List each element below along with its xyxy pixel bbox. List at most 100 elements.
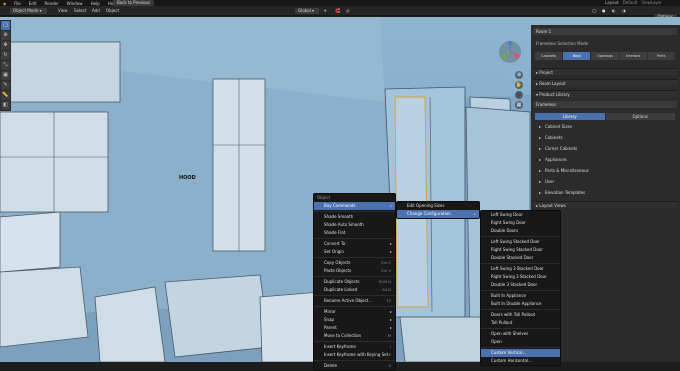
- library-item-elevation-templates[interactable]: ▸ Elevation Templates: [539, 188, 675, 197]
- mode-tab-cabinets[interactable]: Cabinets: [535, 52, 563, 60]
- header-menu-object[interactable]: Object: [104, 8, 121, 14]
- config-item-right-swing-door[interactable]: Right Swing Door: [481, 219, 560, 227]
- object-mode-dropdown[interactable]: Object Mode ▾: [10, 8, 48, 14]
- context-item-delete[interactable]: Delete X: [314, 362, 395, 370]
- select-box-icon[interactable]: ▢: [1, 21, 10, 30]
- config-item-double-doors[interactable]: Double Doors: [481, 227, 560, 235]
- snap-icon[interactable]: 🧲: [333, 8, 342, 14]
- config-item-left-swing-3-stacked-door[interactable]: Left Swing 3 Stacked Door: [481, 265, 560, 273]
- blender-logo-icon[interactable]: ◆: [3, 1, 6, 6]
- config-item-double-3-stacked-door[interactable]: Double 3 Stacked Door: [481, 281, 560, 289]
- room-selector[interactable]: Room 1: [533, 28, 677, 35]
- bay-item-edit-opening-sizes[interactable]: Edit Opening Sizes: [397, 202, 479, 210]
- zoom-icon[interactable]: ⊕: [515, 71, 523, 79]
- camera-view-icon[interactable]: 🎥: [515, 91, 523, 99]
- config-item-built-in-double-appliance[interactable]: Built In Double Appliance: [481, 300, 560, 308]
- library-item-parts[interactable]: ▸ Parts & Miscellaneous: [539, 166, 675, 175]
- mode-tab-parts[interactable]: Parts: [647, 52, 676, 60]
- config-item-open[interactable]: Open: [481, 338, 560, 346]
- config-item-open-with-shelves[interactable]: Open with Shelves: [481, 330, 560, 338]
- menu-help[interactable]: Help: [91, 1, 100, 6]
- menu-render[interactable]: Render: [45, 1, 59, 6]
- shortcut-hint: Alt D: [382, 288, 391, 292]
- section-project[interactable]: ▸ Project: [533, 68, 677, 75]
- config-item-built-in-appliance[interactable]: Built In Appliance: [481, 292, 560, 300]
- library-item-cabinets[interactable]: ▸ Cabinets: [539, 133, 675, 142]
- context-item-shade-smooth[interactable]: Shade Smooth: [314, 213, 395, 221]
- context-item-rename-active-object[interactable]: Rename Active Object... F2: [314, 297, 395, 305]
- context-item-snap[interactable]: Snap ▸: [314, 316, 395, 324]
- header-menu-view[interactable]: View: [56, 8, 70, 14]
- library-select-dropdown[interactable]: Frameless: [533, 101, 677, 108]
- library-tab-library[interactable]: Library: [535, 113, 605, 120]
- proportional-edit-icon[interactable]: ◎: [344, 8, 352, 14]
- mode-tab-interiors[interactable]: Interiors: [619, 52, 647, 60]
- shading-material-icon[interactable]: ◐: [610, 8, 618, 14]
- library-item-appliances[interactable]: ▸ Appliances: [539, 155, 675, 164]
- library-tab-options[interactable]: Options: [605, 113, 675, 120]
- context-item-set-origin[interactable]: Set Origin ▸: [314, 248, 395, 256]
- shortcut-hint: X: [388, 364, 391, 368]
- library-item-cabinet-sizes[interactable]: ▸ Cabinet Sizes: [539, 122, 675, 131]
- config-item-custom-vertical[interactable]: Custom Vertical...: [481, 349, 560, 357]
- pan-hand-icon[interactable]: ✋: [515, 81, 523, 89]
- menu-separator: [314, 238, 395, 239]
- menu-edit[interactable]: Edit: [29, 1, 37, 6]
- config-item-right-swing-stacked-door[interactable]: Right Swing Stacked Door: [481, 246, 560, 254]
- menu-item-label: Left Swing Door: [491, 212, 523, 217]
- config-item-custom-horizontal[interactable]: Custom Horizontal...: [481, 357, 560, 365]
- config-item-tall-pullout[interactable]: Tall Pullout: [481, 319, 560, 327]
- context-item-mirror[interactable]: Mirror ▸: [314, 308, 395, 316]
- scale-icon[interactable]: ⤡: [1, 61, 10, 70]
- annotate-icon[interactable]: ✎: [1, 81, 10, 90]
- config-item-left-swing-stacked-door[interactable]: Left Swing Stacked Door: [481, 238, 560, 246]
- config-item-left-swing-door[interactable]: Left Swing Door: [481, 211, 560, 219]
- library-item-label: User: [545, 179, 555, 184]
- menu-window[interactable]: Window: [67, 1, 83, 6]
- mode-tab-openings[interactable]: Openings: [591, 52, 619, 60]
- rotate-icon[interactable]: ↻: [1, 51, 10, 60]
- context-item-shade-auto-smooth[interactable]: Shade Auto Smooth: [314, 221, 395, 229]
- config-item-right-swing-3-stacked-door[interactable]: Right Swing 3 Stacked Door: [481, 273, 560, 281]
- transform-icon[interactable]: ▣: [1, 71, 10, 80]
- context-item-insert-keyframe[interactable]: Insert Keyframe I: [314, 343, 395, 351]
- context-item-duplicate-objects[interactable]: Duplicate Objects Shift D: [314, 278, 395, 286]
- pivot-icon[interactable]: ⌖: [322, 8, 328, 14]
- context-item-parent[interactable]: Parent ▸: [314, 324, 395, 332]
- context-item-shade-flat[interactable]: Shade Flat: [314, 229, 395, 237]
- section-layout-views[interactable]: ▸ Layout Views: [533, 201, 677, 208]
- library-item-label: Appliances: [545, 157, 567, 162]
- context-item-paste-objects[interactable]: Paste Objects Ctrl V: [314, 267, 395, 275]
- section-room-layout[interactable]: ▸ Room Layout: [533, 79, 677, 86]
- context-item-bay-commands[interactable]: Bay Commands ▸: [314, 202, 395, 210]
- add-cube-icon[interactable]: ◧: [1, 101, 10, 110]
- cursor-icon[interactable]: ⊕: [1, 31, 10, 40]
- library-tabs: Library Options: [535, 113, 675, 120]
- context-menu-items: Bay Commands ▸ Shade Smooth Shade Auto Smoo…: [314, 202, 395, 370]
- ortho-toggle-icon[interactable]: ▦: [515, 101, 523, 109]
- config-item-double-stacked-door[interactable]: Double Stacked Door: [481, 254, 560, 262]
- transform-orientation-dropdown[interactable]: Global ▾: [295, 8, 320, 14]
- bay-item-change-configuration[interactable]: Change Configuration ▸: [397, 210, 479, 218]
- menu-item-label: Insert Keyframe with Keying Set: [324, 352, 389, 357]
- library-item-corner-cabinets[interactable]: ▸ Corner Cabinets: [539, 144, 675, 153]
- header-menu-add[interactable]: Add: [90, 8, 102, 14]
- header-menu-select[interactable]: Select: [72, 8, 88, 14]
- shading-rendered-icon[interactable]: ◑: [620, 8, 628, 14]
- menu-file[interactable]: File: [14, 1, 21, 6]
- context-item-copy-objects[interactable]: Copy Objects Ctrl C: [314, 259, 395, 267]
- library-item-user[interactable]: ▸ User: [539, 177, 675, 186]
- shading-wireframe-icon[interactable]: ◯: [590, 8, 598, 14]
- measure-icon[interactable]: 📏: [1, 91, 10, 100]
- move-icon[interactable]: ✥: [1, 41, 10, 50]
- navigation-gizmo[interactable]: [498, 40, 522, 64]
- config-item-doors-with-tall-pullout[interactable]: Doors with Tall Pullout: [481, 311, 560, 319]
- section-product-library[interactable]: ▾ Product Library: [533, 90, 677, 97]
- mode-tab-bays[interactable]: Bays: [563, 52, 591, 60]
- context-item-move-to-collection[interactable]: Move to Collection M: [314, 332, 395, 340]
- context-item-insert-keyframe-with-keying-set[interactable]: Insert Keyframe with Keying Set K: [314, 351, 395, 359]
- shading-solid-icon[interactable]: ●: [600, 8, 608, 14]
- library-item-label: Cabinet Sizes: [545, 124, 573, 129]
- context-item-duplicate-linked[interactable]: Duplicate Linked Alt D: [314, 286, 395, 294]
- context-item-convert-to[interactable]: Convert To ▸: [314, 240, 395, 248]
